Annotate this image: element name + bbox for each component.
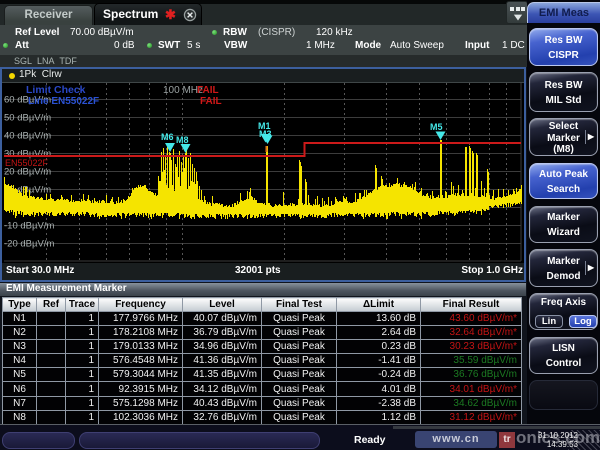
svg-text:-10 dBµV/m: -10 dBµV/m [4, 221, 54, 232]
svg-text:20 dBµV/m: 20 dBµV/m [4, 167, 51, 178]
svg-text:M6: M6 [161, 132, 174, 142]
svg-text:-20 dBµV/m: -20 dBµV/m [4, 239, 54, 250]
svg-text:M5: M5 [430, 122, 443, 132]
svg-text:40 dBµV/m: 40 dBµV/m [4, 131, 51, 142]
svg-text:Limit Check: Limit Check [26, 84, 86, 96]
svg-text:FAIL: FAIL [197, 85, 219, 96]
svg-text:FAIL: FAIL [200, 96, 222, 107]
svg-text:EN55022F: EN55022F [5, 158, 49, 168]
svg-text:50 dBµV/m: 50 dBµV/m [4, 113, 51, 124]
svg-text:Line EN55022F: Line EN55022F [28, 96, 99, 107]
svg-text:M8: M8 [176, 135, 189, 145]
